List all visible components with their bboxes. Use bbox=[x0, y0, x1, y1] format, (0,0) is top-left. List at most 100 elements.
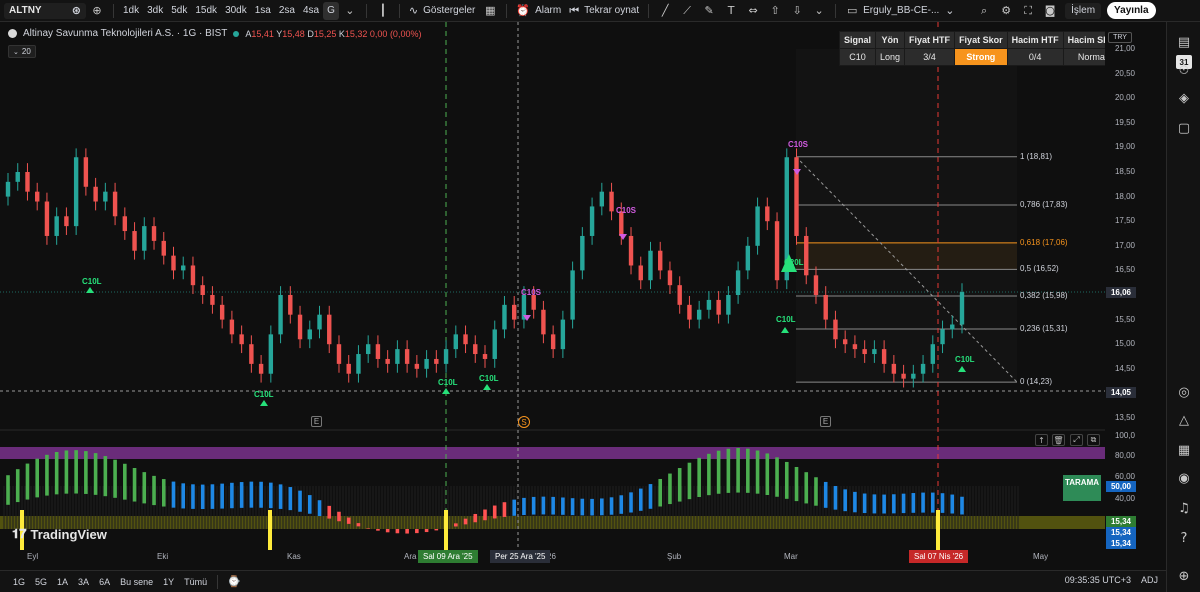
pane-restore-icon[interactable]: ⧉ bbox=[1087, 434, 1100, 446]
adj-toggle[interactable]: ADJ bbox=[1141, 575, 1158, 585]
candle-body bbox=[696, 309, 702, 320]
settings-gear-icon[interactable]: ⚙ bbox=[995, 2, 1017, 20]
candle-style-icon[interactable]: ┃ bbox=[372, 2, 394, 20]
crosshair-date-badge: Sal 09 Ara '25 bbox=[418, 550, 478, 563]
oscillator-bar bbox=[35, 458, 40, 498]
streams-icon[interactable]: ◉ bbox=[1174, 468, 1194, 488]
compare-add-icon[interactable]: ⊕ bbox=[86, 2, 108, 20]
price-axis[interactable]: TRY 21,00 20,50 20,00 19,50 19,00 18,50 18,00 1… bbox=[1105, 22, 1137, 570]
long-position-icon[interactable]: ⇧ bbox=[764, 2, 786, 20]
range-3[interactable]: 3A bbox=[73, 577, 94, 587]
clock[interactable]: 09:35:35 UTC+3 bbox=[1065, 575, 1131, 585]
fib-box-fill bbox=[796, 49, 1017, 382]
calendar-events-icon[interactable]: ▦ bbox=[1174, 440, 1194, 460]
interval-1[interactable]: 3dk bbox=[143, 2, 167, 20]
interval-0[interactable]: 1dk bbox=[119, 2, 143, 20]
ideas-icon[interactable]: △ bbox=[1174, 410, 1194, 430]
symbol-search[interactable]: ALTNY ⊛ bbox=[4, 2, 86, 19]
date-range-icon[interactable]: ⌚ bbox=[223, 573, 245, 591]
long-signal-icon bbox=[260, 400, 268, 406]
quick-search-icon[interactable]: ⌕ bbox=[973, 2, 995, 20]
range-2[interactable]: 1A bbox=[52, 577, 73, 587]
range-6[interactable]: 1Y bbox=[158, 577, 179, 587]
currency-selector[interactable]: TRY bbox=[1108, 32, 1132, 43]
oscillator-bar bbox=[619, 495, 624, 514]
price-tick: 20,00 bbox=[1114, 93, 1135, 103]
layout-grid-icon[interactable]: ▭ bbox=[841, 2, 863, 20]
oscillator-bar bbox=[473, 513, 478, 523]
range-0[interactable]: 1G bbox=[8, 577, 30, 587]
dividend-marker[interactable]: S bbox=[518, 416, 530, 428]
interval-5[interactable]: 1sa bbox=[251, 2, 275, 20]
candle-body bbox=[181, 265, 186, 271]
interval-8[interactable]: G bbox=[323, 1, 339, 20]
candle-body bbox=[609, 191, 614, 212]
trend-line-icon[interactable]: ╱ bbox=[654, 2, 676, 20]
candle-body bbox=[735, 270, 741, 295]
range-5[interactable]: Bu sene bbox=[115, 577, 158, 587]
trade-button[interactable]: İşlem bbox=[1065, 2, 1102, 19]
alarm-button[interactable]: ⏰ Alarm bbox=[512, 2, 565, 20]
fib-level-label: 0,5 (16,52) bbox=[1020, 264, 1059, 274]
measure-tool-icon[interactable]: ⇔ bbox=[742, 2, 764, 20]
candle-body bbox=[288, 295, 293, 315]
candle-body bbox=[239, 334, 244, 345]
oscillator-bar bbox=[376, 529, 380, 531]
range-4[interactable]: 6A bbox=[94, 577, 115, 587]
candle-body bbox=[628, 235, 634, 266]
range-1[interactable]: 5G bbox=[30, 577, 52, 587]
templates-icon[interactable]: ▦ bbox=[479, 2, 501, 20]
oscillator-bar bbox=[648, 484, 653, 509]
interval-4[interactable]: 30dk bbox=[221, 2, 251, 20]
earnings-marker[interactable]: E bbox=[311, 416, 322, 427]
candle-body bbox=[317, 314, 322, 330]
earnings-marker[interactable]: E bbox=[820, 416, 831, 427]
candle-body bbox=[142, 226, 147, 251]
notifications-bell-icon[interactable]: ♫ bbox=[1174, 498, 1194, 518]
fib-tool-icon[interactable]: ⟋ bbox=[676, 2, 698, 20]
oscillator-bar bbox=[697, 457, 701, 497]
pane-maximize-icon[interactable]: ⤢ bbox=[1070, 434, 1083, 446]
signal-header-cell: Fiyat Skor bbox=[954, 31, 1008, 49]
indicator-chip[interactable]: ⌄ 20 bbox=[8, 45, 36, 58]
add-widget-icon[interactable]: ⊕ bbox=[1174, 566, 1194, 586]
brush-tool-icon[interactable]: ✎ bbox=[698, 2, 720, 20]
text-tool-icon[interactable]: T bbox=[720, 2, 742, 20]
symbol-name: ALTNY bbox=[9, 5, 42, 16]
candle-body bbox=[726, 295, 731, 315]
oscillator-bar bbox=[561, 497, 565, 515]
layers-icon[interactable]: ◈ bbox=[1174, 88, 1194, 108]
oscillator-bar bbox=[15, 469, 20, 503]
replay-button[interactable]: ⏮ Tekrar oynat bbox=[565, 2, 643, 20]
short-position-icon[interactable]: ⇩ bbox=[786, 2, 808, 20]
chat-icon[interactable]: ▢ bbox=[1174, 118, 1194, 138]
oscillator-bar bbox=[570, 498, 575, 516]
scan-button[interactable]: TARAMA bbox=[1063, 475, 1101, 501]
range-7[interactable]: Tümü bbox=[179, 577, 212, 587]
watchlist-icon[interactable]: ▤ bbox=[1174, 32, 1194, 52]
candle-body bbox=[658, 250, 663, 271]
pane-move-up-icon[interactable]: ↑ bbox=[1035, 434, 1048, 446]
oscillator-bar bbox=[434, 529, 439, 531]
performance-icon[interactable]: ◎ bbox=[1174, 382, 1194, 402]
interval-3[interactable]: 15dk bbox=[191, 2, 221, 20]
publish-button[interactable]: Yayınla bbox=[1107, 2, 1156, 19]
interval-dropdown-icon[interactable]: ⌄ bbox=[339, 2, 361, 20]
pane-delete-icon[interactable]: 🗑 bbox=[1052, 434, 1065, 446]
chart-area[interactable] bbox=[0, 22, 1137, 570]
indicator-tick: 60,00 bbox=[1114, 472, 1135, 481]
snapshot-camera-icon[interactable]: ◙ bbox=[1039, 2, 1061, 20]
layout-name-dropdown[interactable]: Erguly_BB-CE-... ⌄ bbox=[863, 3, 973, 19]
price-chart-canvas[interactable] bbox=[0, 22, 1137, 570]
interval-7[interactable]: 4sa bbox=[299, 2, 323, 20]
more-tools-icon[interactable]: ⌄ bbox=[808, 2, 830, 20]
tradingview-logo-icon: 𝟏𝟕 bbox=[12, 527, 27, 542]
fullscreen-icon[interactable]: ⛶ bbox=[1017, 2, 1039, 20]
indicators-button[interactable]: ∿ Göstergeler bbox=[405, 2, 479, 20]
interval-6[interactable]: 2sa bbox=[275, 2, 299, 20]
candle-body bbox=[200, 285, 205, 295]
help-icon[interactable]: ? bbox=[1174, 528, 1194, 548]
oscillator-bar bbox=[239, 482, 244, 508]
interval-2[interactable]: 5dk bbox=[167, 2, 191, 20]
alerts-clock-icon[interactable]: ⏲ bbox=[1174, 60, 1194, 80]
